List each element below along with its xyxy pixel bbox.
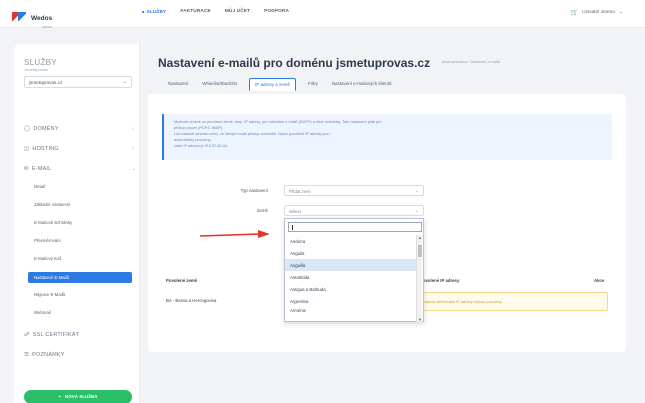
col-akce: Akce [594, 278, 605, 283]
dropdown-option-highlighted[interactable]: Anguilla [285, 259, 417, 271]
sidebar-item-label: E-MAIL [31, 166, 52, 172]
dropdown-option[interactable]: Antarktida [285, 271, 417, 283]
new-service-button[interactable]: + NOVÁ SLUŽBA [24, 390, 132, 403]
table-row: BA - Bosna a Hercegovina [166, 298, 216, 303]
dropdown-option[interactable]: Antigua a Barbuda [285, 283, 417, 295]
dropdown-option[interactable]: Argentina [285, 295, 417, 307]
lock-icon: ☍ [24, 332, 30, 338]
tab-ip-adresy-a-zeme[interactable]: IP adresy a země [249, 78, 296, 91]
new-service-label: NOVÁ SLUŽBA [64, 394, 98, 399]
dropdown-options: Andorra Anguila Anguilla Antarktida Anti… [285, 235, 417, 313]
dropdown-option[interactable]: Andorra [285, 235, 417, 247]
country-select[interactable]: Select ⌄ [284, 205, 424, 216]
tab-whitelist-blacklist[interactable]: Whitelist/Blacklist [200, 78, 239, 91]
sidebar-item-poznamky[interactable]: ☰ POZNÁMKY [24, 352, 65, 358]
logo-text: Wedos [31, 15, 53, 22]
sidebar-subitem-presmerovani[interactable]: Přesměrování [34, 238, 61, 243]
nav-muj-ucet[interactable]: MŮJ ÚČET [225, 9, 250, 15]
chevron-down-icon: ⌄ [414, 208, 419, 214]
nav-fakturace[interactable]: FAKTURACE [180, 9, 210, 15]
country-select-placeholder: Select [289, 209, 301, 214]
sidebar-item-label: HOSTING [32, 146, 59, 152]
chevron-down-icon: ⌄ [414, 188, 419, 194]
sidebar-subitem-detail[interactable]: Detail [34, 184, 45, 189]
plus-icon: + [58, 394, 64, 399]
breadcrumb[interactable]: jsmetuprovas.cz / Nastavení e-mailů [442, 60, 500, 64]
country-cell: BA - Bosna a Hercegovina [166, 298, 217, 303]
info-line: Vaše IP adresa je 213.57.82.44. [174, 144, 228, 148]
dropdown-option[interactable]: Arménie [285, 307, 417, 313]
info-box: Možnost omezit na povolené země, resp. I… [162, 114, 612, 160]
top-bar: Wedos server SLUŽBY FAKTURACE MŮJ ÚČET P… [0, 0, 645, 29]
domain-select[interactable]: jsmetuprovas.cz ⌄ [24, 76, 132, 88]
dropdown-option[interactable]: Anguila [285, 247, 417, 259]
scrollbar-thumb[interactable] [418, 245, 422, 257]
sidebar-item-domeny[interactable]: ◯ DOMÉNY › [24, 126, 134, 132]
top-nav: SLUŽBY FAKTURACE MŮJ ÚČET PODPORA [142, 9, 289, 15]
sidebar-item-ssl[interactable]: ☍ SSL CERTIFIKÁT [24, 332, 79, 338]
red-arrow-annotation [200, 230, 270, 238]
sidebar-subitem-nastaveni-emailu[interactable]: Nastavení E-Mailů [28, 272, 132, 283]
country-label: Země [256, 208, 268, 213]
sidebar-subitem-zakladni-nastaveni[interactable]: Základní nastavení [34, 202, 70, 207]
user-menu[interactable]: 🛒 Uzivatel Jmeno ⌄ [571, 9, 623, 16]
text-caret [292, 225, 293, 230]
chevron-right-icon: › [132, 146, 134, 152]
sidebar-subtitle: Jsmetuprovas [24, 68, 48, 72]
chevron-down-icon: ⌄ [122, 79, 127, 85]
nav-podpora[interactable]: PODPORA [264, 9, 289, 15]
sidebar-subitem-kos[interactable]: E-Mailový Koš [34, 256, 61, 261]
dropdown-search-input[interactable] [288, 222, 422, 232]
col-povolene-zeme: Povolené země [166, 278, 198, 283]
sidebar-item-email[interactable]: ✉ E-MAIL ⌄ [24, 166, 136, 172]
col-povolene-ip: Povolené IP adresy [420, 278, 460, 283]
sidebar-subitem-webmail[interactable]: Webmail [34, 310, 51, 315]
notes-icon: ☰ [24, 352, 30, 358]
sidebar-item-hosting[interactable]: ◫ HOSTING › [24, 146, 134, 152]
globe-icon: ◯ [24, 126, 31, 132]
logo-subtext: server [42, 25, 53, 29]
sidebar-subitem-migrace[interactable]: Migrace E-Mailů [34, 292, 65, 297]
page-title: Nastavení e-mailů pro doménu jsmetuprova… [158, 56, 431, 70]
sidebar: SLUŽBY Jsmetuprovas jsmetuprovas.cz ⌄ ◯ … [14, 44, 140, 403]
sidebar-title: SLUŽBY [24, 58, 57, 67]
tab-nastaveni[interactable]: Nastavení [166, 78, 190, 91]
sidebar-item-label: SSL CERTIFIKÁT [32, 332, 80, 338]
tab-filtry[interactable]: Filtry [306, 78, 320, 91]
type-label: Typ nastavení [240, 188, 268, 193]
chevron-right-icon: › [132, 126, 134, 132]
scroll-down-icon[interactable]: ▼ [417, 317, 423, 322]
settings-tabs: Nastavení Whitelist/Blacklist IP adresy … [166, 78, 394, 91]
mail-icon: ✉ [24, 166, 29, 172]
country-dropdown[interactable]: Andorra Anguila Anguilla Antarktida Anti… [284, 218, 424, 322]
nav-sluzby[interactable]: SLUŽBY [142, 9, 167, 15]
user-name[interactable]: Uzivatel Jmeno [582, 10, 615, 15]
chevron-down-icon: ⌄ [132, 166, 137, 172]
type-select-value: Přidat zemi [289, 189, 311, 194]
ip-notice: Nejsou definované IP adresy nejsou povol… [414, 292, 608, 311]
sidebar-subitem-schranky[interactable]: E-Mailové Schránky [34, 220, 72, 225]
tab-nastaveni-klientu[interactable]: Nastavení e-mailových klientů [330, 78, 394, 91]
logo[interactable]: Wedos server [12, 7, 52, 29]
logo-mark-icon [12, 12, 28, 24]
sidebar-item-label: POZNÁMKY [32, 352, 65, 358]
type-select[interactable]: Přidat zemi ⌄ [284, 185, 424, 196]
domain-select-value: jsmetuprovas.cz [29, 80, 63, 85]
hosting-icon: ◫ [24, 146, 30, 152]
sidebar-item-label: DOMÉNY [33, 126, 59, 132]
cart-icon[interactable]: 🛒 [571, 9, 578, 16]
chevron-down-icon: ⌄ [618, 10, 623, 15]
scroll-up-icon[interactable]: ▲ [417, 235, 423, 240]
dropdown-scrollbar[interactable]: ▲ ▼ [416, 235, 422, 322]
